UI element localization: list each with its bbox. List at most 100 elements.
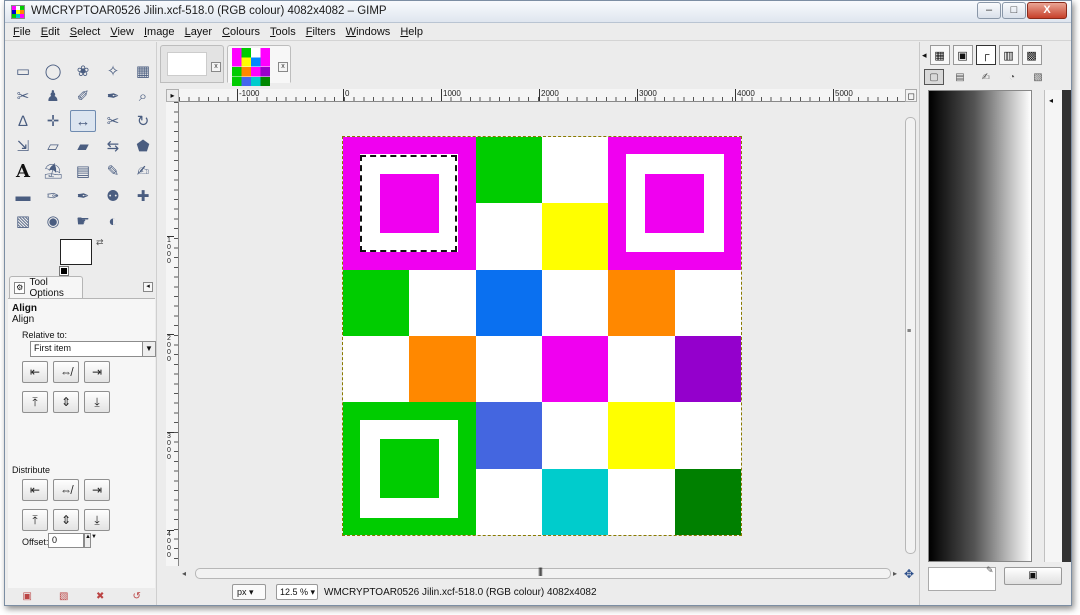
foreground-select-icon[interactable]: ♟ xyxy=(40,85,66,107)
align-icon[interactable]: ↔ xyxy=(70,110,96,132)
zoom-icon[interactable]: ⌕ xyxy=(130,85,156,107)
ellipse-select-icon[interactable]: ◯ xyxy=(40,60,66,82)
airbrush-icon[interactable]: ✑ xyxy=(40,185,66,207)
distribute-button-3[interactable]: ⤓ xyxy=(84,509,110,531)
distribute-button-2[interactable]: ⇎ xyxy=(53,479,79,501)
menu-colours[interactable]: Colours xyxy=(222,26,260,38)
toolbox-bottom-icon-4[interactable]: ↺ xyxy=(131,591,143,603)
gradient-preview[interactable] xyxy=(928,90,1032,562)
swap-colors-icon[interactable]: ⇄ xyxy=(96,237,104,248)
flip-icon[interactable]: ⇆ xyxy=(100,135,126,157)
image-tab-blank[interactable]: x xyxy=(160,45,224,83)
menu-edit[interactable]: Edit xyxy=(41,26,60,38)
tool-options-menu-icon[interactable]: ◂ xyxy=(143,282,153,292)
menu-file[interactable]: File xyxy=(13,26,31,38)
dock-menu-icon[interactable]: ◂ xyxy=(922,50,927,61)
menu-image[interactable]: Image xyxy=(144,26,175,38)
dock-tab-4[interactable]: ▥ xyxy=(998,45,1019,65)
offset-spinner[interactable]: ▲▼ xyxy=(84,533,97,548)
minimize-button[interactable]: – xyxy=(977,2,1001,19)
align-button-2[interactable]: ⇎ xyxy=(53,361,79,383)
paintbrush-icon[interactable]: ✍ xyxy=(130,160,156,182)
dodge-burn-icon[interactable]: ◐ xyxy=(100,210,126,232)
edit-icon[interactable]: ✎ xyxy=(986,565,994,576)
distribute-button-2[interactable]: ⇕ xyxy=(53,509,79,531)
chevron-down-icon[interactable]: ▼ xyxy=(142,342,155,356)
menu-filters[interactable]: Filters xyxy=(306,26,336,38)
color-picker-icon[interactable]: ✒ xyxy=(100,85,126,107)
toolbox-bottom-icon-3[interactable]: ✖ xyxy=(94,591,106,603)
unit-select[interactable]: px ▾ xyxy=(232,584,266,600)
distribute-button-1[interactable]: ⤒ xyxy=(22,509,48,531)
menu-tools[interactable]: Tools xyxy=(270,26,296,38)
menu-layer[interactable]: Layer xyxy=(185,26,213,38)
close-button[interactable]: X xyxy=(1027,2,1067,19)
horizontal-ruler[interactable]: -1000 0 1000 2000 3000 4000 5000 xyxy=(179,89,905,102)
align-button-3[interactable]: ⤓ xyxy=(84,391,110,413)
menu-view[interactable]: View xyxy=(110,26,134,38)
toolbox-bottom-icon-1[interactable]: ▣ xyxy=(21,591,33,603)
menu-windows[interactable]: Windows xyxy=(346,26,391,38)
align-button-3[interactable]: ⇥ xyxy=(84,361,110,383)
maximize-button[interactable]: □ xyxy=(1002,2,1026,19)
rect-select-icon[interactable]: ▭ xyxy=(10,60,36,82)
dock-subtab-4[interactable]: ◔ xyxy=(1002,69,1022,85)
text-icon[interactable]: A xyxy=(10,160,36,182)
paths-icon[interactable]: ✐ xyxy=(70,85,96,107)
dock-subtab-2[interactable]: ▤ xyxy=(950,69,970,85)
default-colors-icon[interactable] xyxy=(59,266,69,276)
select-by-color-icon[interactable]: ▦ xyxy=(130,60,156,82)
scroll-left-icon[interactable]: ◂ xyxy=(182,569,186,578)
relative-to-select[interactable]: First item ▼ xyxy=(30,341,156,357)
zoom-fit-icon[interactable]: ◻ xyxy=(905,89,917,102)
pencil-icon[interactable]: ✎ xyxy=(100,160,126,182)
scissors-select-icon[interactable]: ✂ xyxy=(10,85,36,107)
dock-tab-3[interactable]: ┌ xyxy=(975,45,996,65)
perspective-clone-icon[interactable]: ▧ xyxy=(10,210,36,232)
dock-tab-5[interactable]: ▩ xyxy=(1021,45,1042,65)
smudge-icon[interactable]: ☛ xyxy=(70,210,96,232)
menu-help[interactable]: Help xyxy=(400,26,423,38)
menu-select[interactable]: Select xyxy=(70,26,101,38)
align-button-1[interactable]: ⤒ xyxy=(22,391,48,413)
heal-icon[interactable]: ✚ xyxy=(130,185,156,207)
color-selector[interactable]: ⇄ xyxy=(59,237,110,276)
close-tab-icon[interactable]: x xyxy=(211,62,221,72)
close-tab-icon[interactable]: x xyxy=(278,62,288,72)
quick-mask-toggle[interactable]: ▸ xyxy=(166,89,179,102)
perspective-icon[interactable]: ▰ xyxy=(70,135,96,157)
measure-icon[interactable]: ∆ xyxy=(10,110,36,132)
dock-tab-2[interactable]: ▣ xyxy=(952,45,973,65)
horizontal-scrollbar[interactable]: ||| xyxy=(195,566,891,579)
distribute-button-1[interactable]: ⇤ xyxy=(22,479,48,501)
rotate-icon[interactable]: ↻ xyxy=(130,110,156,132)
cage-icon[interactable]: ⬟ xyxy=(130,135,156,157)
blend-icon[interactable]: ▤ xyxy=(70,160,96,182)
tab-tool-options[interactable]: ⚙ Tool Options xyxy=(9,276,83,299)
align-button-1[interactable]: ⇤ xyxy=(22,361,48,383)
image-tab-qr[interactable]: x xyxy=(227,45,291,86)
vertical-ruler[interactable]: 1000 2000 3000 4000 xyxy=(166,102,179,566)
fuzzy-select-icon[interactable]: ✧ xyxy=(100,60,126,82)
crop-icon[interactable]: ✂ xyxy=(100,110,126,132)
arrow-icon[interactable]: ◂ xyxy=(1049,96,1053,105)
eraser-icon[interactable]: ▬ xyxy=(10,185,36,207)
align-button-2[interactable]: ⇕ xyxy=(53,391,79,413)
dock-subtab-3[interactable]: ✍ xyxy=(976,69,996,85)
offset-input[interactable]: 0 xyxy=(48,533,84,548)
scale-icon[interactable]: ⇲ xyxy=(10,135,36,157)
foreground-color-swatch[interactable] xyxy=(60,239,92,265)
dock-scrollbar[interactable] xyxy=(1062,90,1071,562)
dock-subtab-1[interactable]: ▢ xyxy=(924,69,944,85)
dock-action-button[interactable]: ▣ xyxy=(1004,567,1062,585)
free-select-icon[interactable]: ❀ xyxy=(70,60,96,82)
dock-tab-1[interactable]: ▦ xyxy=(929,45,950,65)
zoom-select[interactable]: 12.5 % ▾ xyxy=(276,584,318,600)
dock-subtab-5[interactable]: ▧ xyxy=(1028,69,1048,85)
vertical-scrollbar[interactable]: ≡ xyxy=(905,117,916,554)
move-icon[interactable]: ✛ xyxy=(40,110,66,132)
ink-icon[interactable]: ✒ xyxy=(70,185,96,207)
blur-icon[interactable]: ◉ xyxy=(40,210,66,232)
toolbox-bottom-icon-2[interactable]: ▧ xyxy=(58,591,70,603)
navigate-icon[interactable]: ✥ xyxy=(904,567,914,581)
